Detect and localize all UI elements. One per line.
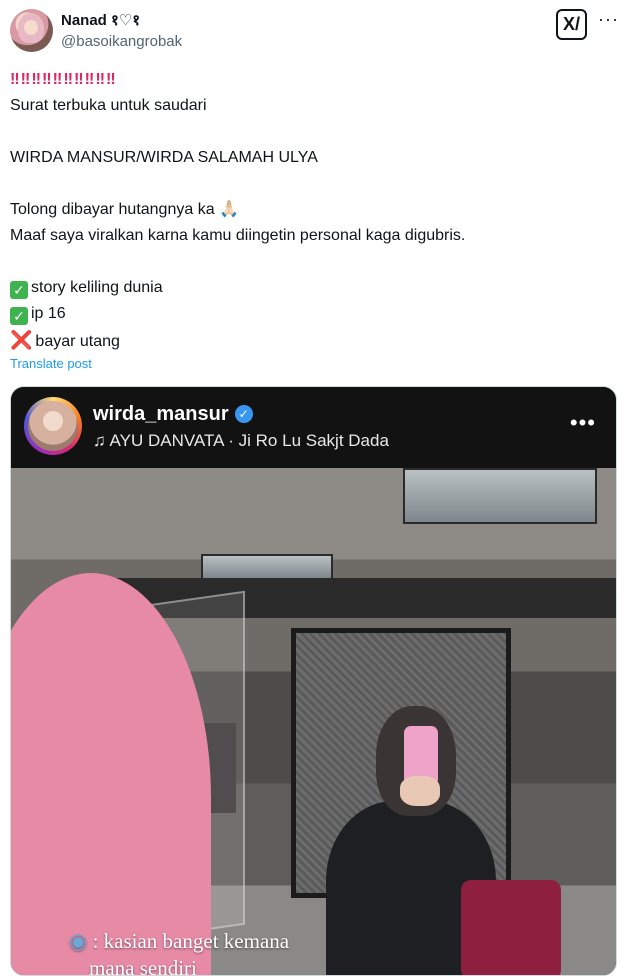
check-icon: ✓ xyxy=(10,307,28,325)
author-avatar[interactable] xyxy=(10,9,53,52)
story-caption: ◉ : kasian banget kemana mana sendiri xyxy=(69,928,290,976)
tweet-checklist-item: ❌ bayar utang xyxy=(10,327,610,355)
tweet-alarm-line: ‼‼‼‼‼‼‼‼‼‼ xyxy=(10,71,117,88)
translate-post-link[interactable]: Translate post xyxy=(10,356,92,371)
speaking-head-icon: ◉ xyxy=(69,929,88,953)
checklist-text: ip 16 xyxy=(31,305,66,322)
story-header: wirda_mansur ✓ ♫ AYU DANVATA · Ji Ro Lu S… xyxy=(11,387,616,468)
caption-line: mana sendiri xyxy=(89,956,197,976)
author-handle[interactable]: @basoikangrobak xyxy=(61,33,182,50)
tweet-line: Tolong dibayar hutangnya ka 🙏🏻 xyxy=(10,201,239,218)
tweet-line: WIRDA MANSUR/WIRDA SALAMAH ULYA xyxy=(10,149,318,166)
tweet-text: ‼‼‼‼‼‼‼‼‼‼ Surat terbuka untuk saudari W… xyxy=(10,67,610,355)
story-avatar[interactable] xyxy=(24,397,82,455)
cross-icon: ❌ xyxy=(10,330,33,350)
avatar-face xyxy=(24,20,38,35)
music-artist: AYU DANVATA xyxy=(109,431,224,450)
person-hand xyxy=(400,776,440,806)
red-bag xyxy=(461,880,561,975)
story-username[interactable]: wirda_mansur ✓ xyxy=(93,403,253,426)
story-photo: ◉ : kasian banget kemana mana sendiri xyxy=(11,468,616,976)
story-more-icon[interactable]: ••• xyxy=(570,410,596,436)
checklist-text: bayar utang xyxy=(35,333,120,350)
more-icon[interactable]: ··· xyxy=(598,9,619,30)
tweet-line: Surat terbuka untuk saudari xyxy=(10,97,207,114)
story-username-text: wirda_mansur xyxy=(93,403,229,425)
tweet-checklist-item: ✓ ip 16 xyxy=(10,301,610,327)
author-display-name[interactable]: Nanad १♡१ xyxy=(61,10,140,30)
verified-icon: ✓ xyxy=(234,405,253,423)
check-icon: ✓ xyxy=(10,281,28,299)
music-song: Ji Ro Lu Sakjt Dada xyxy=(238,431,389,450)
building-window xyxy=(403,468,597,524)
building-window xyxy=(201,554,333,580)
post-media[interactable]: wirda_mansur ✓ ♫ AYU DANVATA · Ji Ro Lu S… xyxy=(10,386,617,976)
tweet-checklist-item: ✓ story keliling dunia xyxy=(10,275,610,301)
checklist-text: story keliling dunia xyxy=(31,279,163,296)
tweet-line: Maaf saya viralkan karna kamu diingetin … xyxy=(10,227,466,244)
story-music: ♫ AYU DANVATA · Ji Ro Lu Sakjt Dada xyxy=(93,431,389,450)
grok-icon[interactable]: X/ xyxy=(556,9,587,40)
caption-line: : kasian banget kemana xyxy=(92,929,290,953)
